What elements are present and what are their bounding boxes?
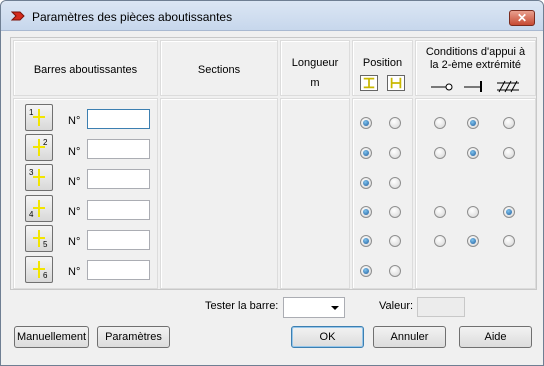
tester-combobox[interactable] (283, 297, 345, 318)
svg-text:5: 5 (43, 240, 48, 249)
header-position-label: Position (362, 57, 403, 69)
ok-button[interactable]: OK (291, 326, 364, 348)
bar-3-icon: 3 (29, 168, 45, 186)
bar-select-button-1[interactable]: 1 (25, 104, 53, 131)
header-longueur-unit: m (310, 77, 320, 89)
title-bar: Paramètres des pièces aboutissantes ✕ (1, 1, 543, 31)
condition-5-pinned-radio[interactable] (434, 235, 446, 247)
bar-select-button-4[interactable]: 4 (25, 195, 53, 222)
manuellement-button[interactable]: Manuellement (14, 326, 89, 348)
header-longueur: Longueur m (280, 40, 350, 96)
condition-4-pinned-radio[interactable] (434, 206, 446, 218)
condition-1-fixed-radio[interactable] (467, 117, 479, 129)
bar-2-icon: 2 (33, 138, 48, 156)
header-conditions: Conditions d'appui à la 2-ème extrémité (415, 40, 536, 96)
valeur-label: Valeur: (379, 300, 414, 312)
close-button[interactable]: ✕ (509, 10, 535, 26)
condition-2-hinged-radio[interactable] (503, 147, 515, 159)
condition-5-fixed-radio[interactable] (467, 235, 479, 247)
svg-text:2: 2 (43, 138, 48, 147)
bar-select-button-6[interactable]: 6 (25, 256, 53, 283)
bar-number-input-6[interactable] (87, 260, 150, 280)
pinned-support-icon (431, 83, 453, 91)
bar-5-icon: 5 (33, 230, 48, 249)
chevron-down-icon (331, 306, 339, 310)
condition-4-hinged-radio[interactable] (503, 206, 515, 218)
bar-number-input-4[interactable] (87, 200, 150, 220)
position-2-h-radio[interactable] (389, 147, 401, 159)
condition-1-pinned-radio[interactable] (434, 117, 446, 129)
condition-2-pinned-radio[interactable] (434, 147, 446, 159)
svg-text:3: 3 (29, 168, 34, 177)
position-6-i-radio[interactable] (360, 265, 372, 277)
column-longueur (280, 98, 350, 289)
bar-number-input-1[interactable] (87, 109, 150, 129)
position-1-i-radio[interactable] (360, 117, 372, 129)
app-icon (11, 11, 25, 21)
header-sections-label: Sections (197, 64, 241, 76)
position-5-h-radio[interactable] (389, 235, 401, 247)
tester-label: Tester la barre: (205, 300, 279, 312)
n-label-1: N° (68, 115, 81, 127)
bar-select-button-3[interactable]: 3 (25, 164, 53, 191)
header-conditions-line1: Conditions d'appui à (425, 46, 526, 58)
bar-select-button-2[interactable]: 2 (25, 134, 53, 161)
condition-5-hinged-radio[interactable] (503, 235, 515, 247)
bar-number-input-5[interactable] (87, 230, 150, 250)
position-i-beam-icon (360, 75, 378, 91)
position-5-i-radio[interactable] (360, 235, 372, 247)
dialog-window: Paramètres des pièces aboutissantes ✕ Ba… (0, 0, 544, 366)
svg-text:1: 1 (29, 108, 34, 117)
condition-1-hinged-radio[interactable] (503, 117, 515, 129)
window-title: Paramètres des pièces aboutissantes (32, 10, 233, 24)
parameters-grid: Barres aboutissantes Sections Longueur m… (10, 37, 537, 290)
position-6-h-radio[interactable] (389, 265, 401, 277)
header-barres: Barres aboutissantes (13, 40, 158, 96)
bar-number-input-3[interactable] (87, 169, 150, 189)
bar-4-icon: 4 (29, 200, 45, 219)
header-conditions-line2: la 2-ème extrémité (429, 59, 522, 71)
position-3-i-radio[interactable] (360, 177, 372, 189)
position-4-h-radio[interactable] (389, 206, 401, 218)
valeur-field (417, 297, 465, 317)
fixed-support-icon (464, 81, 482, 92)
position-3-h-radio[interactable] (389, 177, 401, 189)
bar-1-icon: 1 (29, 108, 45, 126)
column-sections (160, 98, 278, 289)
bar-number-input-2[interactable] (87, 139, 150, 159)
position-h-beam-icon (387, 75, 405, 91)
annuler-button[interactable]: Annuler (373, 326, 446, 348)
svg-text:6: 6 (43, 271, 48, 280)
position-4-i-radio[interactable] (360, 206, 372, 218)
n-label-2: N° (68, 146, 81, 158)
header-barres-label: Barres aboutissantes (33, 64, 138, 76)
n-label-6: N° (68, 266, 81, 278)
condition-4-fixed-radio[interactable] (467, 206, 479, 218)
position-2-i-radio[interactable] (360, 147, 372, 159)
position-1-h-radio[interactable] (389, 117, 401, 129)
parametres-button[interactable]: Paramètres (97, 326, 170, 348)
condition-2-fixed-radio[interactable] (467, 147, 479, 159)
header-longueur-label: Longueur (291, 57, 339, 69)
bar-6-icon: 6 (33, 261, 48, 280)
bar-select-button-5[interactable]: 5 (25, 225, 53, 252)
n-label-5: N° (68, 236, 81, 248)
hinged-support-icon (497, 80, 519, 93)
n-label-4: N° (68, 206, 81, 218)
n-label-3: N° (68, 176, 81, 188)
aide-button[interactable]: Aide (459, 326, 532, 348)
header-position: Position (352, 40, 413, 96)
header-sections: Sections (160, 40, 278, 96)
svg-text:4: 4 (29, 210, 34, 219)
